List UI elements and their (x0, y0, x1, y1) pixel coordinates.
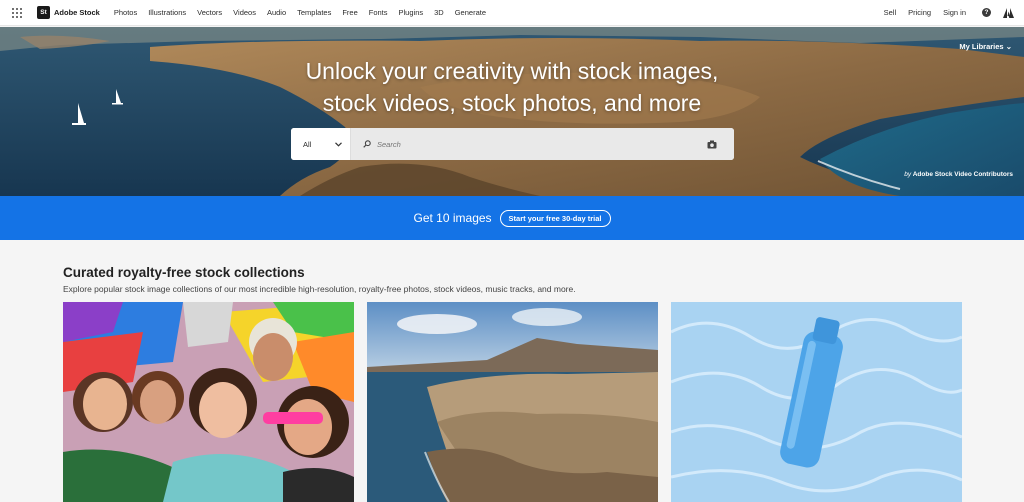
credit-name: Adobe Stock Video Contributors (912, 171, 1013, 178)
nav-link-free[interactable]: Free (342, 8, 357, 17)
collections-title: Curated royalty-free stock collections (63, 265, 305, 280)
collection-card-product[interactable] (671, 302, 962, 502)
camera-search-icon[interactable] (697, 140, 727, 149)
category-links: Photos Illustrations Vectors Videos Audi… (114, 8, 497, 17)
credit-prefix: by (904, 171, 912, 178)
friends-selfie-image (63, 302, 354, 502)
hero-headline: Unlock your creativity with stock images… (0, 55, 1024, 119)
asset-type-select[interactable]: All (291, 128, 351, 160)
nav-link-3d[interactable]: 3D (434, 8, 444, 17)
cosmetic-bottle-image (671, 302, 962, 502)
search-field (351, 128, 734, 160)
apps-grid-icon[interactable] (12, 7, 22, 18)
my-libraries-button[interactable]: My Libraries ⌄ (959, 42, 1012, 51)
promo-text: Get 10 images (413, 211, 492, 225)
chevron-down-icon: ⌄ (1005, 42, 1012, 51)
coastal-landscape-image (367, 302, 658, 502)
nav-link-photos[interactable]: Photos (114, 8, 137, 17)
start-trial-button[interactable]: Start your free 30-day trial (499, 209, 611, 227)
help-icon[interactable]: ? (982, 8, 991, 17)
sign-in-link[interactable]: Sign in (943, 8, 966, 17)
my-libraries-label: My Libraries (959, 42, 1004, 51)
pricing-link[interactable]: Pricing (908, 8, 931, 17)
collection-card-landscape[interactable] (367, 302, 658, 502)
asset-type-value: All (303, 139, 312, 149)
nav-link-audio[interactable]: Audio (267, 8, 286, 17)
chevron-down-icon (335, 141, 342, 147)
nav-link-vectors[interactable]: Vectors (197, 8, 222, 17)
collection-card-people[interactable] (63, 302, 354, 502)
hero-banner: My Libraries ⌄ Unlock your creativity wi… (0, 27, 1024, 196)
nav-link-plugins[interactable]: Plugins (399, 8, 424, 17)
brand-name: Adobe Stock (54, 8, 100, 17)
nav-link-templates[interactable]: Templates (297, 8, 331, 17)
trial-promo-banner: Get 10 images Start your free 30-day tri… (0, 196, 1024, 240)
nav-link-fonts[interactable]: Fonts (369, 8, 388, 17)
adobe-logo-icon[interactable] (1003, 7, 1014, 18)
stock-logo-mark: St (37, 6, 50, 19)
camera-glyph (707, 140, 717, 148)
collections-subtitle: Explore popular stock image collections … (63, 284, 576, 294)
nav-link-illustrations[interactable]: Illustrations (148, 8, 186, 17)
nav-link-generate[interactable]: Generate (455, 8, 486, 17)
account-links: Sell Pricing Sign in ? (872, 7, 1014, 18)
search-icon (363, 140, 371, 148)
nav-link-videos[interactable]: Videos (233, 8, 256, 17)
top-navigation: St Adobe Stock Photos Illustrations Vect… (0, 0, 1024, 26)
search-input[interactable] (377, 139, 697, 149)
headline-line-1: Unlock your creativity with stock images… (305, 58, 719, 84)
sell-link[interactable]: Sell (884, 8, 897, 17)
headline-line-2: stock videos, stock photos, and more (322, 90, 702, 116)
adobe-stock-logo[interactable]: St Adobe Stock (37, 6, 100, 19)
search-bar: All (291, 128, 734, 160)
image-credit[interactable]: by Adobe Stock Video Contributors (904, 171, 1013, 178)
